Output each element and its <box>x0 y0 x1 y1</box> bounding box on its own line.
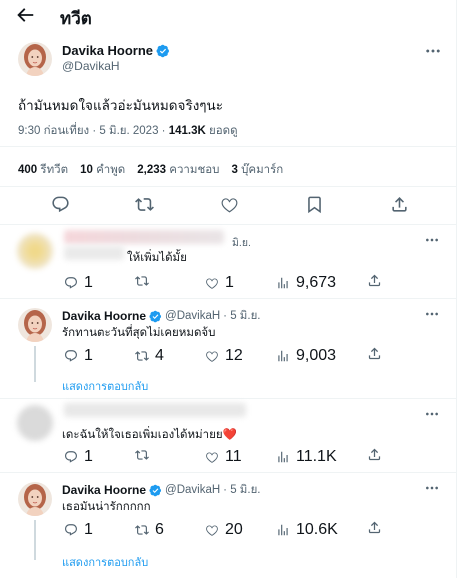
reply-date[interactable]: · 5 มิ.ย. <box>223 307 260 325</box>
tweet-detail-page: ทวีต Davika Hoorne @DavikaH ถ้ามันหมดใจแ… <box>0 0 457 578</box>
view-count[interactable]: 9,673 <box>276 274 336 292</box>
share-icon[interactable] <box>367 447 382 462</box>
likes-stat[interactable]: 2,233 ความชอบ <box>137 161 219 179</box>
reply-icon[interactable] <box>64 276 78 290</box>
author-name-row[interactable]: Davika Hoorne @DavikaH · 5 มิ.ย. <box>62 481 261 499</box>
tweet-time[interactable]: 9:30 ก่อนเที่ยง · 5 มิ.ย. 2023 · <box>18 125 166 137</box>
retweet-icon[interactable] <box>135 274 149 288</box>
reply-date: มิ.ย. <box>232 237 251 249</box>
more-options-icon[interactable] <box>424 232 440 248</box>
reply-icon[interactable] <box>64 450 78 464</box>
author-name-row[interactable]: Davika Hoorne @DavikaH · 5 มิ.ย. <box>62 307 261 325</box>
bookmark-icon[interactable] <box>305 195 324 214</box>
reply-icon[interactable] <box>64 523 78 537</box>
reply-count[interactable]: 1 <box>64 521 93 539</box>
heart-emoji: ❤️ <box>222 429 237 441</box>
like-count[interactable]: 12 <box>205 347 243 365</box>
reply-count[interactable]: 1 <box>64 274 93 292</box>
page-header: ทวีต <box>0 0 457 30</box>
views-icon[interactable] <box>276 349 290 363</box>
reply-icon[interactable] <box>51 195 70 214</box>
views-icon[interactable] <box>276 523 290 537</box>
like-icon[interactable] <box>220 195 239 214</box>
view-label: ยอดดู <box>209 125 238 137</box>
retweet-count[interactable] <box>135 448 155 462</box>
divider <box>0 146 457 147</box>
retweet-icon[interactable] <box>135 448 149 462</box>
tweet-action-bar <box>0 190 457 220</box>
redacted-username <box>64 230 224 244</box>
thread-connector <box>34 520 36 560</box>
show-replies-link[interactable]: แสดงการตอบกลับ <box>62 377 148 395</box>
share-icon[interactable] <box>390 195 409 214</box>
verified-badge-icon <box>149 484 162 497</box>
view-count[interactable]: 10.6K <box>276 521 338 539</box>
verified-badge-icon <box>156 44 170 58</box>
retweet-icon[interactable] <box>135 523 149 537</box>
avatar[interactable] <box>18 308 52 342</box>
quotes-stat[interactable]: 10 คำพูด <box>80 161 125 179</box>
like-count[interactable]: 11 <box>205 448 242 466</box>
views-icon[interactable] <box>276 276 290 290</box>
author-name[interactable]: Davika Hoorne <box>62 309 146 323</box>
reply-count[interactable]: 1 <box>64 347 93 365</box>
tweet-stats: 400 รีทวีต 10 คำพูด 2,233 ความชอบ 3 บุ๊ค… <box>18 161 283 179</box>
retweets-stat[interactable]: 400 รีทวีต <box>18 161 68 179</box>
reply-text: เธอมันน่ารักกกกก <box>62 501 151 513</box>
share-icon[interactable] <box>367 520 382 535</box>
author-handle[interactable]: @DavikaH <box>165 484 220 496</box>
author-name[interactable]: Davika Hoorne <box>62 483 146 497</box>
more-options-icon[interactable] <box>424 406 440 422</box>
author-handle[interactable]: @DavikaH <box>165 310 220 322</box>
view-count: 141.3K <box>168 125 206 137</box>
redacted-text <box>64 246 124 260</box>
like-icon[interactable] <box>205 523 219 537</box>
reply-icon[interactable] <box>64 349 78 363</box>
avatar[interactable] <box>17 233 53 269</box>
reply-text: เดะฉันให้ใจเธอเพิ่มเองได้หม่ายย❤️ <box>62 429 237 441</box>
reply-tweet[interactable]: Davika Hoorne @DavikaH · 5 มิ.ย. เธอมันน… <box>0 472 457 578</box>
more-options-icon[interactable] <box>424 42 442 60</box>
like-icon[interactable] <box>205 349 219 363</box>
like-icon[interactable] <box>205 276 219 290</box>
reply-tweet[interactable]: Davika Hoorne @DavikaH · 5 มิ.ย. รักทานต… <box>0 298 457 398</box>
author-handle[interactable]: @DavikaH <box>62 59 120 73</box>
share-icon[interactable] <box>367 273 382 288</box>
like-count[interactable]: 1 <box>205 274 234 292</box>
verified-badge-icon <box>149 310 162 323</box>
author-name-row[interactable]: Davika Hoorne <box>62 43 170 58</box>
retweet-icon[interactable] <box>135 195 154 214</box>
reply-date[interactable]: · 5 มิ.ย. <box>223 481 260 499</box>
avatar[interactable] <box>18 42 52 76</box>
share-icon[interactable] <box>367 346 382 361</box>
author-name[interactable]: Davika Hoorne <box>62 43 153 58</box>
reply-count[interactable]: 1 <box>64 448 93 466</box>
view-count[interactable]: 11.1K <box>276 448 337 466</box>
more-options-icon[interactable] <box>424 306 440 322</box>
divider <box>0 186 457 187</box>
like-icon[interactable] <box>205 450 219 464</box>
show-replies-link[interactable]: แสดงการตอบกลับ <box>62 553 148 571</box>
reply-tweet[interactable]: มิ.ย. ให้เพิ่มได้มั้ย 1 1 9,673 <box>0 224 457 298</box>
reply-text: ให้เพิ่มได้มั้ย <box>127 252 187 264</box>
retweet-count[interactable]: 6 <box>135 521 164 539</box>
like-count[interactable]: 20 <box>205 521 243 539</box>
reply-tweet[interactable]: เดะฉันให้ใจเธอเพิ่มเองได้หม่ายย❤️ 1 11 1… <box>0 398 457 472</box>
views-icon[interactable] <box>276 450 290 464</box>
avatar[interactable] <box>17 405 53 441</box>
bookmarks-stat[interactable]: 3 บุ๊คมาร์ก <box>231 161 283 179</box>
retweet-count[interactable]: 4 <box>135 347 164 365</box>
reply-text: รักทานตะวันที่สุดไม่เคยหมดจ้บ <box>62 327 216 339</box>
page-title: ทวีต <box>60 9 92 28</box>
retweet-count[interactable] <box>135 274 155 288</box>
view-count[interactable]: 9,003 <box>276 347 336 365</box>
more-options-icon[interactable] <box>424 480 440 496</box>
thread-connector <box>34 346 36 382</box>
tweet-text: ถ้ามันหมดใจแล้วอ่ะมันหมดจริงๆนะ <box>18 98 224 113</box>
avatar[interactable] <box>18 482 52 516</box>
back-arrow-icon[interactable] <box>14 4 36 26</box>
retweet-icon[interactable] <box>135 349 149 363</box>
tweet-meta: 9:30 ก่อนเที่ยง · 5 มิ.ย. 2023 · 141.3K … <box>18 122 238 140</box>
redacted-username <box>64 403 246 417</box>
